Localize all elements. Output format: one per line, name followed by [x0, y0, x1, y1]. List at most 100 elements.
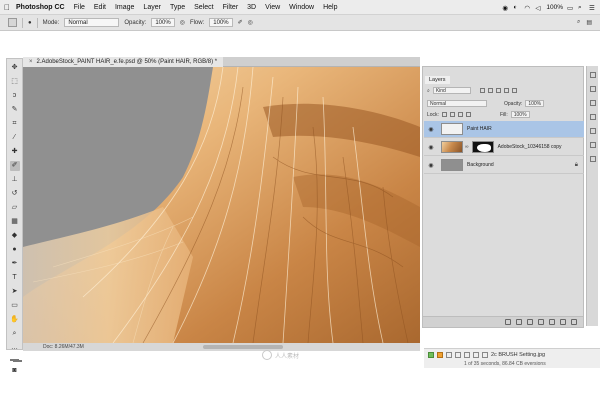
- type-tool-icon[interactable]: T: [10, 273, 20, 283]
- visibility-eye-icon[interactable]: ◉: [427, 162, 435, 169]
- document-tab[interactable]: × 2.AdobeStock_PAINT HAIR_e.fe.psd @ 50%…: [23, 56, 224, 67]
- pen-tool-icon[interactable]: ✒: [10, 259, 20, 269]
- opacity-field[interactable]: 100%: [151, 18, 175, 27]
- marquee-tool-icon[interactable]: ⬚: [10, 77, 20, 87]
- menu-window[interactable]: Window: [289, 4, 314, 11]
- workspace-icon[interactable]: ▤: [586, 19, 592, 26]
- menu-type[interactable]: Type: [170, 4, 185, 11]
- airbrush-icon[interactable]: ✐: [238, 19, 243, 26]
- link-chain-icon[interactable]: ∞: [465, 144, 469, 150]
- new-group-icon[interactable]: [549, 319, 555, 325]
- zoom-tool-icon[interactable]: ⌕: [10, 329, 20, 339]
- tab-layers[interactable]: Layers: [425, 76, 450, 84]
- new-layer-icon[interactable]: [560, 319, 566, 325]
- menu-image[interactable]: Image: [115, 4, 134, 11]
- divider: [22, 17, 23, 28]
- lock-all-icon[interactable]: [465, 112, 471, 117]
- add-mask-icon[interactable]: [527, 319, 533, 325]
- pressure-opacity-icon[interactable]: ◎: [180, 19, 185, 26]
- channels-panel-icon[interactable]: [589, 142, 596, 148]
- status-icon[interactable]: ◐: [513, 4, 520, 11]
- menubar-status-area: ◉ ◐ ◠ ◁ 100% ▭ ⌕ ☰: [502, 4, 596, 12]
- blend-mode-dropdown[interactable]: Normal: [427, 100, 487, 107]
- layer-fill-field[interactable]: 100%: [510, 111, 530, 118]
- layer-row-paint-hair[interactable]: ◉ Paint HAIR: [424, 121, 584, 138]
- link-layers-icon[interactable]: [505, 319, 511, 325]
- filter-type-icon[interactable]: [495, 88, 501, 93]
- menu-layer[interactable]: Layer: [143, 4, 161, 11]
- adjustment-layer-icon[interactable]: [538, 319, 544, 325]
- color-panel-icon[interactable]: [589, 86, 596, 92]
- visibility-eye-icon[interactable]: ◉: [427, 144, 435, 151]
- battery-icon[interactable]: ▭: [567, 4, 574, 12]
- swatches-panel-icon[interactable]: [589, 100, 596, 106]
- lock-position-icon[interactable]: [457, 112, 463, 117]
- lasso-tool-icon[interactable]: ↄ: [10, 91, 20, 101]
- healing-brush-tool-icon[interactable]: ✚: [10, 147, 20, 157]
- flow-field[interactable]: 100%: [209, 18, 233, 27]
- history-panel-icon[interactable]: [589, 72, 596, 78]
- tool-preset-picker[interactable]: [8, 18, 17, 27]
- mode-dropdown[interactable]: Normal: [64, 18, 120, 27]
- layer-mask-thumbnail[interactable]: [471, 141, 494, 153]
- menu-help[interactable]: Help: [323, 4, 337, 11]
- horizontal-scrollbar[interactable]: [203, 345, 283, 349]
- filter-smart-object-icon[interactable]: [511, 88, 517, 93]
- layer-row-background[interactable]: ◉ Background 🔒︎: [424, 157, 584, 174]
- lock-pixels-icon[interactable]: [449, 112, 455, 117]
- quick-select-tool-icon[interactable]: ✎: [10, 105, 20, 115]
- layer-name: AdobeStock_10346158 copy: [497, 144, 562, 150]
- layer-thumbnail: [441, 159, 463, 171]
- more-tools-icon[interactable]: …: [10, 343, 20, 353]
- brush-tool-icon[interactable]: ✐: [9, 161, 20, 171]
- filter-kind-dropdown[interactable]: Kind: [432, 87, 471, 94]
- gradient-tool-icon[interactable]: ▦: [10, 217, 20, 227]
- shape-tool-icon[interactable]: ▭: [10, 301, 20, 311]
- apple-icon[interactable]: : [4, 3, 10, 12]
- layer-style-icon[interactable]: [516, 319, 522, 325]
- close-icon[interactable]: ×: [29, 59, 33, 65]
- path-select-tool-icon[interactable]: ➤: [10, 287, 20, 297]
- crop-tool-icon[interactable]: ⌗: [10, 119, 20, 129]
- volume-icon[interactable]: ◁: [535, 4, 542, 12]
- watermark-logo-icon: [262, 350, 272, 360]
- menu-3d[interactable]: 3D: [247, 4, 256, 11]
- dodge-tool-icon[interactable]: ●: [10, 245, 20, 255]
- clone-stamp-tool-icon[interactable]: ⊥: [10, 175, 20, 185]
- menu-filter[interactable]: Filter: [223, 4, 239, 11]
- status-icon[interactable]: ◉: [502, 4, 509, 12]
- layer-opacity-field[interactable]: 100%: [525, 100, 545, 107]
- move-tool-icon[interactable]: ✥: [10, 63, 20, 73]
- delete-layer-icon[interactable]: [571, 319, 577, 325]
- blur-tool-icon[interactable]: ◆: [10, 231, 20, 241]
- filter-shape-icon[interactable]: [503, 88, 509, 93]
- wifi-icon[interactable]: ◠: [524, 4, 531, 12]
- layer-row-adobestock-copy[interactable]: ◉ ∞ AdobeStock_10346158 copy: [424, 139, 584, 156]
- download-item[interactable]: 2c BRUSH Setting.jpg: [428, 352, 545, 358]
- brush-size-icon[interactable]: ●: [28, 20, 32, 26]
- background-color-swatch[interactable]: [12, 360, 22, 362]
- menu-select[interactable]: Select: [194, 4, 213, 11]
- menu-app-photoshop[interactable]: Photoshop CC: [16, 4, 65, 11]
- brush-panel-icon[interactable]: [589, 128, 596, 134]
- paths-panel-icon[interactable]: [589, 156, 596, 162]
- menu-file[interactable]: File: [74, 4, 85, 11]
- menu-list-icon[interactable]: ☰: [589, 4, 596, 12]
- lock-transparent-icon[interactable]: [441, 112, 447, 117]
- menu-view[interactable]: View: [265, 4, 280, 11]
- properties-panel-icon[interactable]: [589, 114, 596, 120]
- filter-adjustment-icon[interactable]: [487, 88, 493, 93]
- eraser-tool-icon[interactable]: ▱: [10, 203, 20, 213]
- history-brush-tool-icon[interactable]: ↺: [10, 189, 20, 199]
- search-icon[interactable]: ⌕: [578, 4, 585, 11]
- menu-edit[interactable]: Edit: [94, 4, 106, 11]
- eyedropper-tool-icon[interactable]: ⁄: [10, 133, 20, 143]
- quick-mask-icon[interactable]: ◙: [10, 366, 20, 376]
- pressure-size-icon[interactable]: ◎: [248, 19, 253, 26]
- visibility-eye-icon[interactable]: ◉: [427, 126, 435, 133]
- document-canvas[interactable]: [23, 67, 420, 343]
- search-icon[interactable]: ⌕: [577, 19, 580, 26]
- filter-pixel-icon[interactable]: [479, 88, 485, 93]
- blend-row: Normal Opacity: 100%: [427, 100, 545, 107]
- hand-tool-icon[interactable]: ✋: [10, 315, 20, 325]
